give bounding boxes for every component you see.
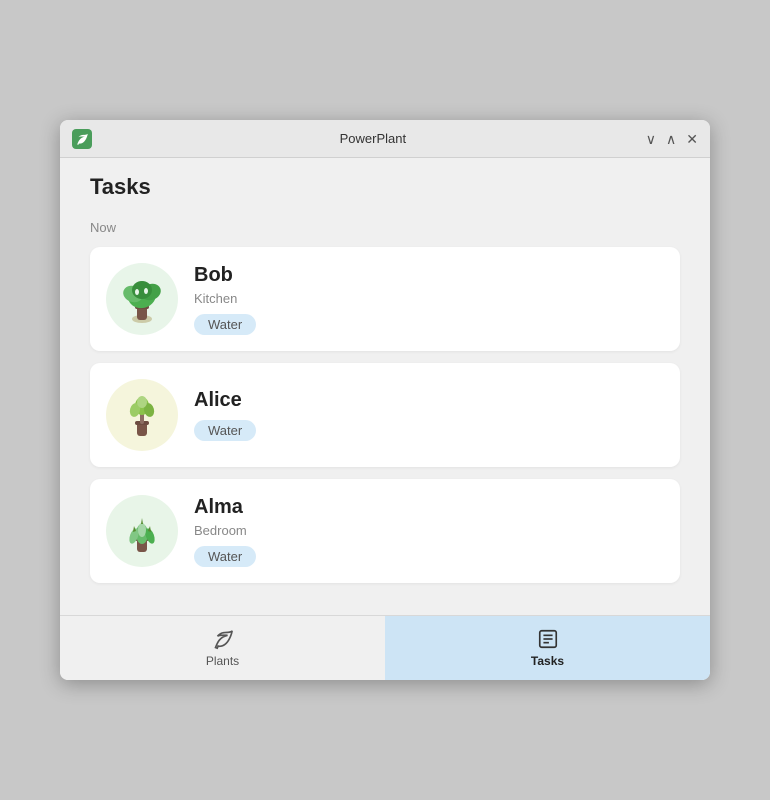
minimize-button[interactable]: ∨ <box>646 132 656 146</box>
plant-card-alma[interactable]: Alma Bedroom Water <box>90 479 680 583</box>
page-title: Tasks <box>90 174 680 200</box>
plant-card-bob[interactable]: Bob Kitchen Water <box>90 247 680 351</box>
plant-name-alice: Alice <box>194 389 256 412</box>
task-badge-alice[interactable]: Water <box>194 420 256 441</box>
plant-location-bob: Kitchen <box>194 291 256 306</box>
plant-name-alma: Alma <box>194 496 256 519</box>
plant-name-bob: Bob <box>194 264 256 287</box>
plant-info-alice: Alice Water <box>194 389 256 441</box>
app-icon <box>72 129 92 149</box>
window-controls: ∨ ∧ ✕ <box>646 132 698 146</box>
plant-info-bob: Bob Kitchen Water <box>194 264 256 335</box>
plant-avatar-alice <box>106 379 178 451</box>
plant-info-alma: Alma Bedroom Water <box>194 496 256 567</box>
plant-card-alice[interactable]: Alice Water <box>90 363 680 467</box>
nav-item-tasks[interactable]: Tasks <box>385 616 710 680</box>
task-badge-bob[interactable]: Water <box>194 314 256 335</box>
plant-avatar-alma <box>106 495 178 567</box>
leaf-icon <box>212 628 234 650</box>
main-content: Now Bob <box>60 200 710 615</box>
close-button[interactable]: ✕ <box>686 132 698 146</box>
bottom-nav: Plants Tasks <box>60 615 710 680</box>
plant-avatar-bob <box>106 263 178 335</box>
nav-tasks-label: Tasks <box>531 654 564 668</box>
window-title: PowerPlant <box>100 131 646 146</box>
plant-location-alma: Bedroom <box>194 523 256 538</box>
app-window: PowerPlant ∨ ∧ ✕ Tasks Now <box>60 120 710 680</box>
section-now-label: Now <box>90 220 680 235</box>
tasks-icon <box>537 628 559 650</box>
titlebar: PowerPlant ∨ ∧ ✕ <box>60 120 710 158</box>
nav-item-plants[interactable]: Plants <box>60 616 385 680</box>
task-badge-alma[interactable]: Water <box>194 546 256 567</box>
nav-plants-label: Plants <box>206 654 239 668</box>
maximize-button[interactable]: ∧ <box>666 132 676 146</box>
